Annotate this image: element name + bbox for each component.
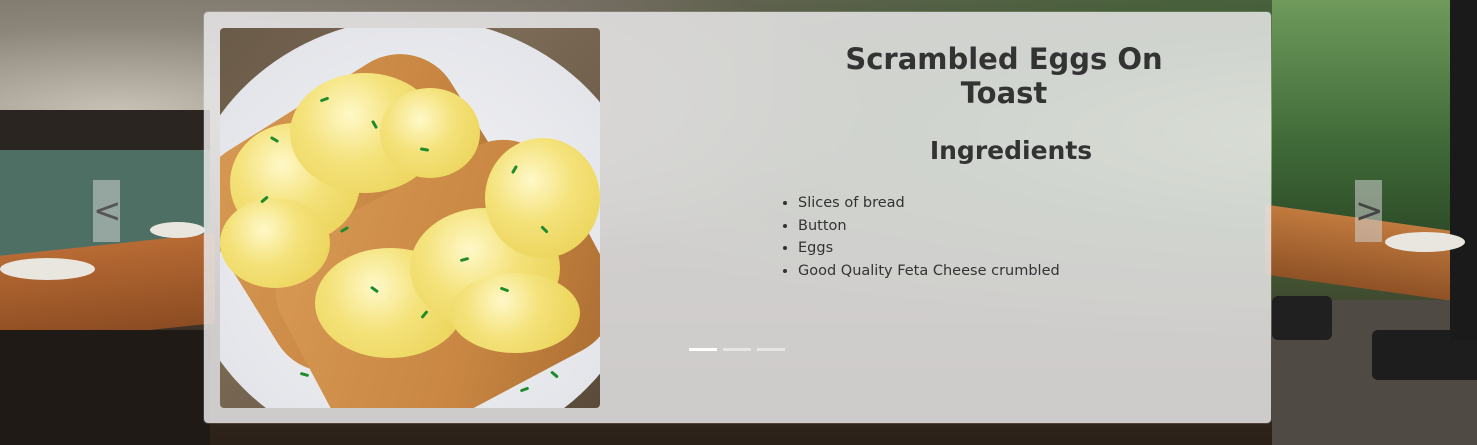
recipe-card: Scrambled Eggs On Toast Ingredients Slic… bbox=[204, 12, 1271, 423]
ingredient-item: Good Quality Feta Cheese crumbled bbox=[798, 260, 1060, 283]
chevron-right-icon: > bbox=[1355, 191, 1384, 231]
carousel-indicator-2[interactable] bbox=[723, 348, 751, 351]
ingredients-list: Slices of bread Button Eggs Good Quality… bbox=[780, 192, 1060, 282]
egg bbox=[220, 198, 330, 288]
background-chair bbox=[1272, 296, 1332, 340]
ingredient-item: Eggs bbox=[798, 237, 1060, 260]
background-counter bbox=[0, 110, 210, 150]
carousel-next-button[interactable]: > bbox=[1355, 180, 1384, 242]
background-floor-left bbox=[0, 330, 210, 445]
ingredients-heading: Ingredients bbox=[929, 136, 1093, 165]
carousel-indicator-3[interactable] bbox=[757, 348, 785, 351]
background-plate bbox=[0, 258, 95, 280]
chevron-left-icon: < bbox=[93, 191, 122, 231]
egg bbox=[380, 88, 480, 178]
background-plate bbox=[150, 222, 205, 238]
page: < > Scrambled Eggs On Toast Ingredients … bbox=[0, 0, 1477, 445]
recipe-title: Scrambled Eggs On Toast bbox=[845, 42, 1163, 110]
egg bbox=[450, 273, 580, 353]
carousel-indicators bbox=[689, 348, 785, 351]
egg bbox=[485, 138, 600, 258]
ingredient-item: Button bbox=[798, 215, 1060, 238]
background-window-frame bbox=[1450, 0, 1477, 340]
carousel-indicator-1[interactable] bbox=[689, 348, 717, 351]
recipe-image bbox=[220, 28, 600, 408]
ingredient-item: Slices of bread bbox=[798, 192, 1060, 215]
carousel-prev-button[interactable]: < bbox=[93, 180, 122, 242]
background-plate bbox=[1385, 232, 1465, 252]
